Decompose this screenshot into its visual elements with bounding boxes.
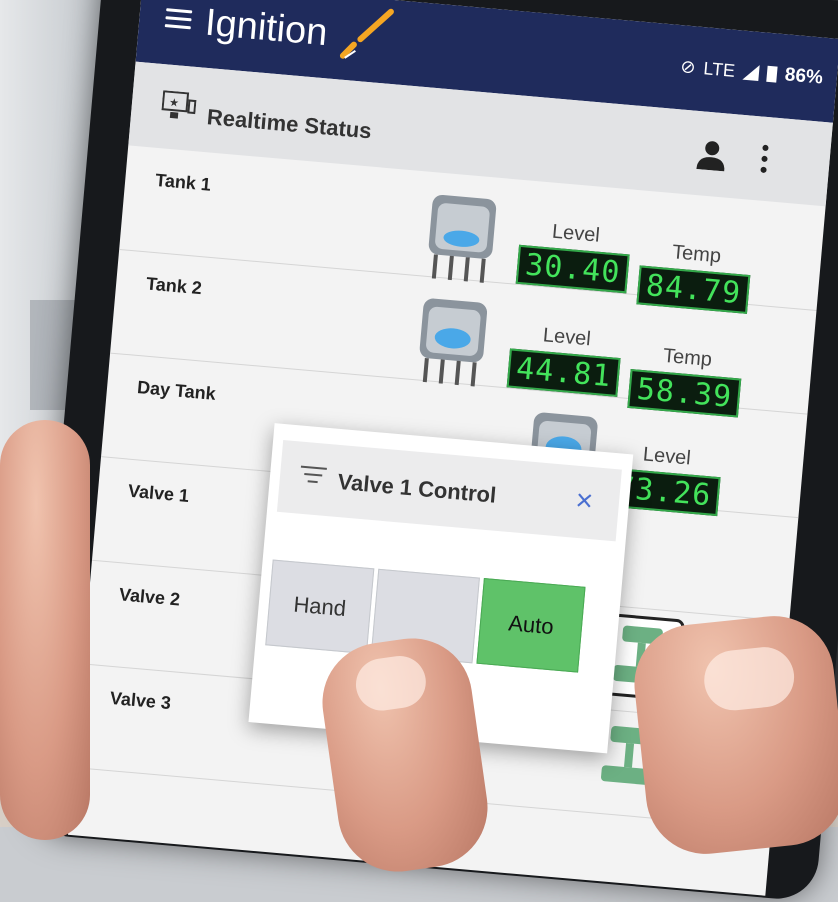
battery-icon	[766, 65, 778, 83]
user-icon[interactable]	[696, 139, 727, 172]
thumbnail	[352, 652, 430, 714]
signal-icon	[742, 63, 760, 82]
left-hand	[0, 420, 90, 840]
tank-icon	[419, 298, 488, 387]
row-label: Tank 1	[154, 169, 212, 195]
battery-level: 86%	[783, 64, 824, 89]
row-label: Day Tank	[136, 377, 217, 404]
popup-title: Valve 1 Control	[336, 468, 498, 508]
ignition-logo-icon	[339, 8, 394, 59]
hamburger-menu-icon[interactable]	[164, 8, 193, 30]
svg-text:★: ★	[169, 96, 180, 110]
hand-button[interactable]: Hand	[265, 559, 375, 655]
close-icon[interactable]: ×	[574, 484, 594, 519]
filter-icon	[299, 465, 327, 488]
auto-button[interactable]: Auto	[476, 578, 586, 673]
page-title: Realtime Status	[205, 104, 373, 144]
level-gauge: Level 30.40	[515, 218, 633, 294]
status-bar: ⊘ LTE 86%	[680, 55, 824, 89]
row-label: Tank 2	[145, 273, 203, 299]
screen-star-icon: ★	[161, 90, 197, 119]
row-label: Valve 1	[127, 480, 190, 506]
thumbnail	[701, 644, 798, 714]
tank-icon	[428, 194, 497, 283]
right-thumb	[628, 610, 838, 860]
kebab-icon[interactable]	[760, 144, 769, 178]
brand-name: Ignition	[203, 1, 330, 55]
row-label: Valve 3	[109, 687, 172, 714]
row-label: Valve 2	[118, 584, 181, 610]
mute-icon: ⊘	[679, 55, 697, 77]
level-gauge: Level 44.81	[506, 322, 624, 397]
lte-indicator: LTE	[702, 57, 736, 81]
popup-header: Valve 1 Control ×	[276, 439, 622, 542]
